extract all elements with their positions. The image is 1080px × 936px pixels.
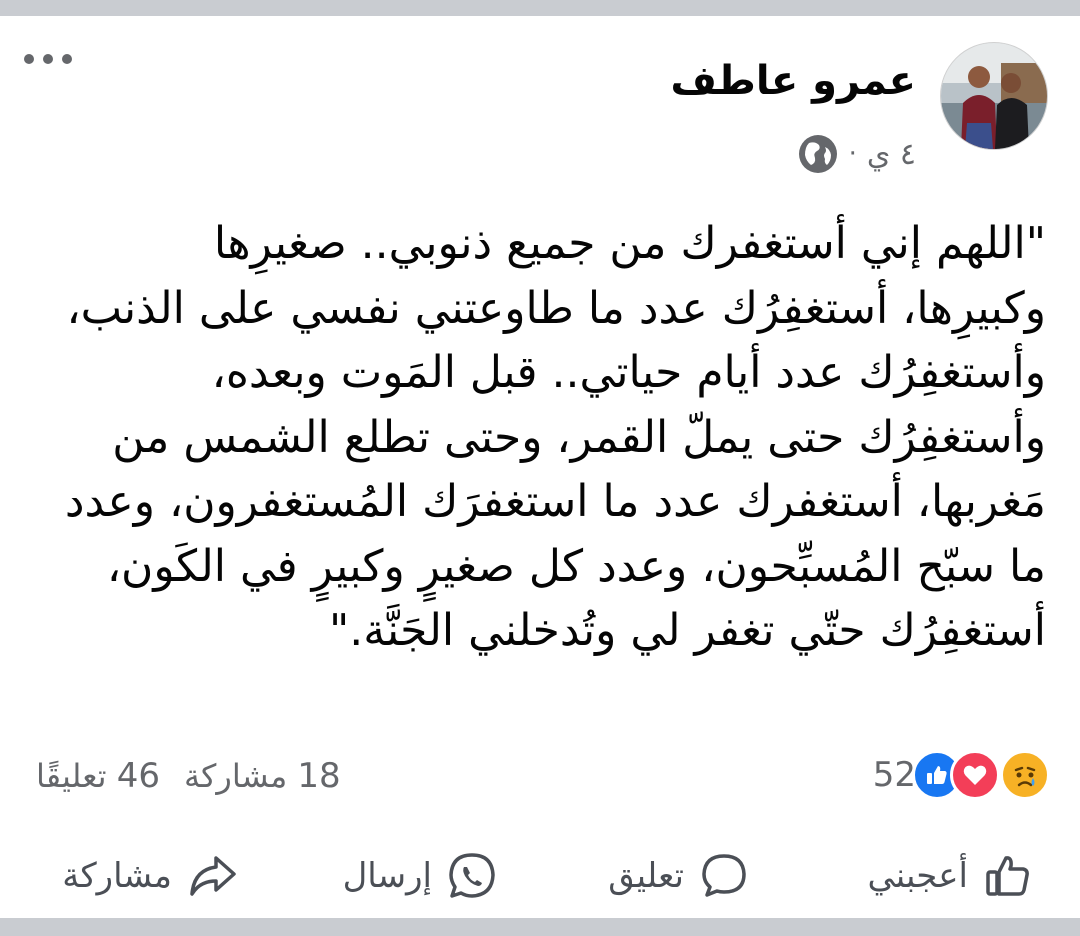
post-line: وأستغفِرُك عدد أيام حياتي.. قبل المَوت و… bbox=[211, 347, 1046, 398]
thumbs-up-icon bbox=[986, 856, 1029, 896]
more-options-button[interactable] bbox=[24, 54, 72, 64]
post-time[interactable]: ٤ ي bbox=[867, 137, 916, 172]
post-actions: أعجبني تعليق إرسال مشاركة bbox=[0, 826, 1080, 926]
comment-icon bbox=[702, 854, 746, 897]
globe-icon[interactable] bbox=[797, 133, 839, 175]
post-line: وكبيرِها، أستغفِرُك عدد ما طاوعتني نفسي … bbox=[66, 282, 1046, 334]
post-card: عمرو عاطف ٤ ي · "اللهم إني أستغفرك من جم… bbox=[0, 16, 1080, 918]
bottom-separator bbox=[0, 918, 1080, 936]
post-line: مَغربها، أستغفرك عدد ما استغفرَك المُستغ… bbox=[64, 476, 1046, 527]
engagement-counts: 46 تعليقًا 18 مشاركة bbox=[36, 754, 341, 798]
reactions-summary[interactable]: 52 bbox=[873, 750, 1050, 800]
love-reaction-icon bbox=[950, 750, 1000, 800]
post-stats: 52 46 تعليقًا 18 مشاركة bbox=[0, 740, 1080, 810]
comments-count[interactable]: 46 تعليقًا bbox=[36, 756, 160, 796]
share-arrow-icon bbox=[190, 856, 236, 896]
post-line: ما سبّح المُسبِّحون، وعدد كل صغيرٍ وكبير… bbox=[106, 540, 1046, 592]
shares-label: مشاركة bbox=[183, 757, 288, 795]
more-dots-icon bbox=[24, 54, 34, 64]
top-separator bbox=[0, 0, 1080, 16]
post-line: وأستغفِرُك حتى يملّ القمر، وحتى تطلع الش… bbox=[112, 411, 1046, 463]
post-line: "اللهم إني أستغفرك من جميع ذنوبي.. صغيرِ… bbox=[213, 218, 1046, 269]
meta-separator: · bbox=[848, 139, 857, 169]
more-dot bbox=[43, 54, 53, 64]
share-label: مشاركة bbox=[62, 856, 172, 896]
whatsapp-icon bbox=[449, 853, 495, 898]
post-meta: ٤ ي · bbox=[797, 134, 916, 174]
like-label: أعجبني bbox=[867, 856, 968, 896]
author-name[interactable]: عمرو عاطف bbox=[671, 58, 916, 104]
comments-label: تعليقًا bbox=[36, 757, 107, 795]
comments-number: 46 bbox=[116, 756, 160, 796]
like-button[interactable]: أعجبني bbox=[867, 848, 1034, 904]
post-line: أستغفِرُك حتّي تغفر لي وتُدخلني الجَنَّة… bbox=[329, 605, 1046, 656]
reactions-count: 52 bbox=[872, 755, 916, 795]
send-button[interactable]: إرسال bbox=[343, 848, 498, 904]
shares-count[interactable]: 18 مشاركة bbox=[184, 756, 341, 796]
send-label: إرسال bbox=[342, 856, 432, 896]
author-avatar[interactable] bbox=[940, 42, 1048, 150]
sad-reaction-icon bbox=[1000, 750, 1050, 800]
post-body: "اللهم إني أستغفرك من جميع ذنوبي.. صغيرِ… bbox=[30, 212, 1046, 664]
more-dot bbox=[62, 54, 72, 64]
comment-label: تعليق bbox=[608, 856, 684, 896]
shares-number: 18 bbox=[297, 756, 341, 796]
share-button[interactable]: مشاركة bbox=[62, 848, 238, 904]
comment-button[interactable]: تعليق bbox=[608, 848, 750, 904]
